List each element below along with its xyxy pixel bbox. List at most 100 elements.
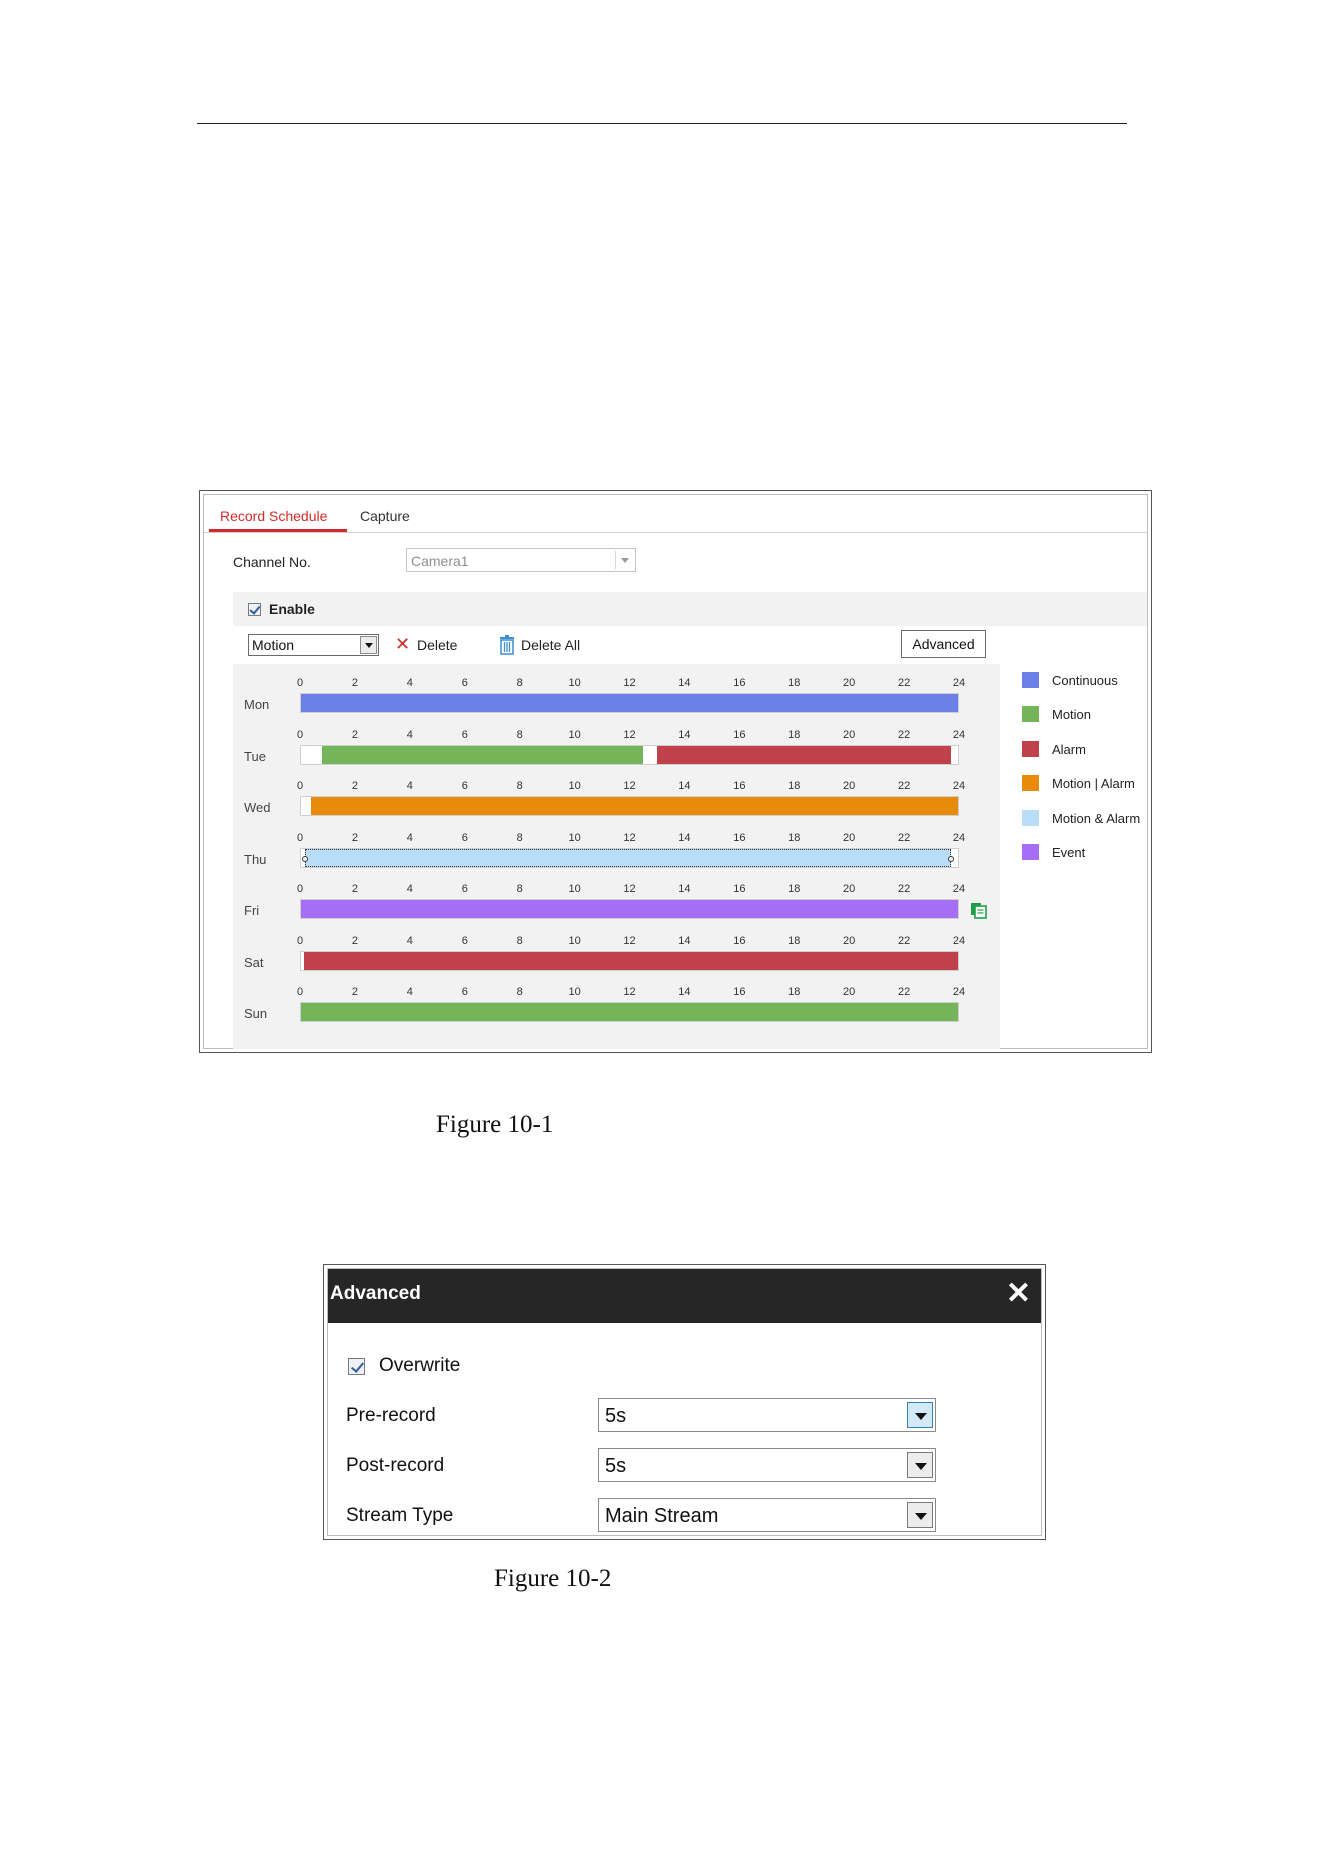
legend-label: Motion & Alarm [1052, 810, 1141, 826]
enable-bar: Enable [233, 592, 1147, 626]
legend-label: Continuous [1052, 673, 1118, 688]
trash-icon [500, 635, 514, 655]
day-label: Sat [244, 954, 264, 970]
active-tab-indicator [209, 529, 347, 532]
hour-tick-label: 2 [351, 934, 358, 947]
hour-tick-label: 14 [678, 986, 691, 998]
legend-swatch [1022, 672, 1039, 688]
day-label: Fri [244, 903, 260, 918]
schedule-segment[interactable] [656, 745, 952, 764]
day-timeline[interactable] [300, 796, 959, 816]
dialog-title: Advanced [330, 1283, 421, 1304]
day-timeline[interactable] [300, 744, 959, 765]
hour-tick-label: 0 [296, 728, 304, 741]
schedule-segment[interactable] [302, 848, 955, 867]
schedule-segment[interactable] [321, 745, 644, 764]
segment-resize-handle[interactable] [302, 855, 309, 862]
enable-label: Enable [269, 601, 315, 617]
hour-tick-label: 6 [461, 728, 468, 741]
day-timeline[interactable] [300, 847, 959, 868]
hour-tick-label: 22 [897, 986, 911, 998]
delete-label: Delete [417, 637, 458, 653]
pre-record-select[interactable]: 5s [598, 1398, 936, 1432]
hour-tick-label: 8 [516, 934, 523, 947]
stream-type-value: Main Stream [605, 1505, 719, 1527]
stream-type-select[interactable]: Main Stream [598, 1498, 936, 1532]
legend-label: Alarm [1052, 741, 1086, 757]
day-timeline[interactable] [300, 1002, 959, 1022]
schedule-segment[interactable] [301, 1003, 958, 1021]
hour-tick-label: 20 [843, 677, 856, 689]
hour-tick-label: 0 [296, 831, 304, 844]
hour-tick-label: 14 [678, 934, 691, 947]
hour-tick-label: 2 [351, 883, 358, 895]
hour-tick-label: 12 [623, 986, 636, 998]
legend-label: Event [1052, 845, 1086, 860]
hour-tick-label: 12 [623, 780, 636, 792]
hour-tick-label: 18 [788, 986, 801, 998]
day-label: Thu [244, 851, 267, 867]
day-timeline[interactable] [300, 950, 959, 971]
enable-checkbox[interactable] [248, 603, 261, 616]
day-timeline[interactable] [300, 899, 959, 919]
hour-tick-label: 12 [623, 831, 636, 844]
hour-tick-label: 0 [296, 934, 304, 947]
legend-swatch [1022, 706, 1039, 723]
channel-select[interactable]: Camera1 [406, 548, 636, 572]
hour-tick-label: 14 [678, 883, 691, 895]
hour-tick-label: 24 [952, 677, 966, 689]
hour-tick-label: 0 [296, 677, 304, 689]
schedule-segment[interactable] [303, 951, 958, 970]
advanced-button[interactable]: Advanced [901, 630, 986, 658]
hour-tick-label: 12 [623, 728, 636, 741]
hour-tick-label: 2 [351, 780, 358, 792]
overwrite-checkbox[interactable] [348, 1358, 365, 1375]
tab-capture[interactable]: Capture [360, 508, 410, 524]
day-label: Sun [244, 1006, 268, 1021]
segment-resize-handle[interactable] [948, 855, 955, 862]
hour-tick-label: 20 [843, 780, 856, 792]
hour-tick-label: 4 [406, 883, 413, 895]
hour-tick-label: 2 [351, 677, 358, 689]
hour-tick-label: 16 [733, 986, 746, 998]
hour-tick-label: 8 [516, 883, 523, 895]
post-record-select[interactable]: 5s [598, 1448, 936, 1482]
schedule-segment[interactable] [301, 694, 958, 712]
legend-swatch [1022, 809, 1039, 826]
hour-tick-label: 18 [788, 728, 801, 741]
hour-tick-label: 10 [568, 677, 581, 689]
hour-tick-label: 14 [678, 677, 691, 689]
hour-tick-label: 4 [406, 831, 413, 844]
hour-tick-label: 16 [733, 728, 746, 741]
hour-tick-label: 0 [296, 780, 304, 792]
hour-tick-label: 20 [843, 934, 856, 947]
day-label: Tue [244, 748, 266, 764]
close-icon[interactable]: ✕ [1006, 1279, 1031, 1309]
chevron-down-icon [907, 1502, 933, 1528]
hour-tick-label: 20 [843, 728, 856, 741]
hour-tick-label: 16 [733, 677, 746, 689]
hour-tick-label: 20 [843, 883, 856, 895]
hour-tick-label: 14 [678, 831, 691, 844]
hour-tick-label: 18 [788, 883, 801, 895]
hour-tick-label: 14 [678, 780, 691, 792]
hour-tick-label: 10 [568, 883, 581, 895]
pre-record-label: Pre-record [346, 1405, 436, 1426]
copy-icon[interactable] [970, 902, 987, 919]
chevron-down-icon [907, 1402, 933, 1428]
hour-tick-label: 2 [351, 986, 358, 998]
day-label: Mon [244, 697, 270, 712]
day-timeline[interactable] [300, 693, 959, 713]
tab-record-schedule[interactable]: Record Schedule [220, 508, 327, 524]
advanced-dialog: Advanced ✕ Overwrite Pre-record 5s Post-… [327, 1268, 1042, 1536]
hour-tick-label: 22 [897, 677, 911, 689]
pre-record-value: 5s [605, 1405, 627, 1427]
schedule-segment[interactable] [301, 900, 958, 918]
hour-tick-label: 6 [461, 986, 468, 998]
hour-tick-label: 10 [568, 728, 581, 741]
hour-tick-label: 22 [897, 831, 911, 844]
record-schedule-figure: Record Schedule Capture Channel No. Came… [199, 490, 1152, 1053]
schedule-segment[interactable] [310, 797, 958, 815]
hour-tick-label: 6 [461, 780, 468, 792]
record-type-select[interactable]: Motion [248, 634, 379, 656]
